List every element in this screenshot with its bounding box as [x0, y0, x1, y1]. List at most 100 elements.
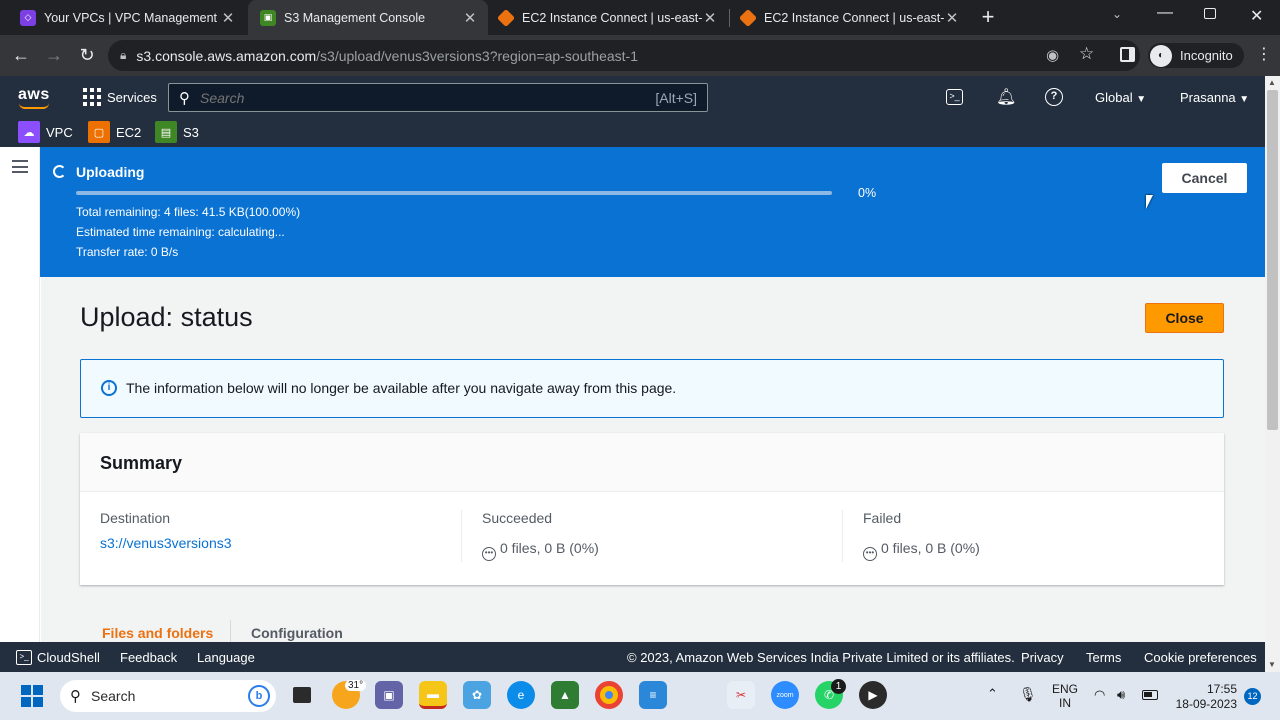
column-divider	[842, 510, 843, 562]
copyright-text: © 2023, Amazon Web Services India Privat…	[627, 650, 1015, 665]
summary-heading: Summary	[100, 453, 183, 473]
incognito-profile[interactable]: ◐ Incognito	[1148, 43, 1244, 68]
terms-link[interactable]: Terms	[1086, 650, 1121, 665]
close-window-icon[interactable]: ✕	[1250, 6, 1263, 26]
tracking-blocked-icon[interactable]: ◉	[1046, 46, 1059, 64]
feedback-link[interactable]: Feedback	[120, 650, 177, 665]
info-icon: i	[101, 380, 117, 396]
s3-service-icon: ▤	[155, 121, 177, 143]
windows-start-icon[interactable]	[21, 685, 43, 707]
services-grid-icon[interactable]	[83, 88, 101, 106]
tray-overflow-icon[interactable]: ⌃	[987, 686, 998, 702]
close-tab-icon[interactable]: ✕	[220, 9, 236, 27]
reload-icon[interactable]: ↻	[74, 42, 100, 68]
favorite-s3[interactable]: ▤ S3	[155, 121, 199, 143]
snipping-tool-icon[interactable]: ✂	[727, 681, 755, 709]
file-explorer-icon[interactable]: ▬	[419, 681, 447, 709]
notifications-bell-icon[interactable]: 🔔︎	[996, 87, 1016, 107]
search-shortcut: [Alt+S]	[655, 89, 697, 106]
notification-count[interactable]: 12	[1244, 688, 1261, 705]
destination-link[interactable]: s3://venus3versions3	[100, 535, 232, 551]
caret-down-icon: ▼	[1136, 94, 1147, 105]
close-tab-icon[interactable]: ✕	[462, 9, 478, 27]
tab-title: Your VPCs | VPC Management Co	[44, 10, 220, 25]
battery-icon[interactable]	[1142, 690, 1158, 700]
weather-temp: 31°	[345, 680, 367, 691]
bookmark-star-icon[interactable]: ☆	[1079, 44, 1094, 64]
image-editor-icon[interactable]: ▲	[551, 681, 579, 709]
scroll-down-icon[interactable]: ▼	[1268, 660, 1276, 669]
vpc-favicon-icon: ◇	[20, 9, 36, 26]
forward-icon[interactable]: →	[41, 42, 67, 68]
cookie-preferences-link[interactable]: Cookie preferences	[1144, 650, 1257, 665]
minimize-icon[interactable]: —	[1157, 4, 1173, 22]
cloudshell-footer-icon: >_	[16, 650, 32, 665]
language-link[interactable]: Language	[197, 650, 255, 665]
tab-title: EC2 Instance Connect | us-east-1	[764, 10, 944, 25]
succeeded-label: Succeeded	[482, 510, 553, 526]
privacy-link[interactable]: Privacy	[1021, 650, 1064, 665]
account-menu[interactable]: Prasanna ▼	[1180, 90, 1249, 105]
s3-favicon-icon: ▣	[260, 9, 276, 26]
tab-search-icon[interactable]: ⌄	[1112, 7, 1122, 21]
notepad-icon[interactable]: ≡	[639, 681, 667, 709]
mouse-cursor-icon	[1146, 195, 1153, 209]
lock-icon: 🔒︎	[120, 48, 127, 62]
chrome-browser-icon[interactable]	[595, 681, 623, 709]
new-tab-icon[interactable]: +	[977, 5, 999, 29]
teams-chat-icon[interactable]: ▣	[375, 681, 403, 709]
destination-label: Destination	[100, 510, 171, 526]
zoom-app-icon[interactable]: zoom	[771, 681, 799, 709]
browser-menu-icon[interactable]: ⋮	[1256, 44, 1272, 64]
browser-tab-ec2-1[interactable]: EC2 Instance Connect | us-east-1 ✕	[488, 0, 728, 35]
cloudshell-link[interactable]: CloudShell	[37, 650, 100, 665]
close-button[interactable]: Close	[1145, 303, 1224, 333]
pending-icon: •••	[863, 547, 877, 561]
region-selector[interactable]: Global ▼	[1095, 90, 1146, 105]
help-icon[interactable]: ?	[1045, 88, 1063, 106]
cloudshell-icon[interactable]: >_	[946, 89, 963, 105]
total-remaining: Total remaining: 4 files: 41.5 KB(100.00…	[76, 205, 301, 219]
aws-logo[interactable]: aws	[18, 86, 50, 104]
clock[interactable]: 17:55 18-09-2023	[1175, 682, 1237, 712]
hamburger-menu-icon[interactable]	[12, 160, 28, 173]
close-tab-icon[interactable]: ✕	[944, 9, 960, 27]
aws-search-box[interactable]: ⚲ [Alt+S]	[168, 83, 708, 112]
scrollbar-thumb[interactable]	[1267, 90, 1278, 430]
media-player-icon[interactable]: ▶	[859, 681, 887, 709]
favorite-ec2[interactable]: ▢ EC2	[88, 121, 141, 143]
ec2-favicon-icon	[738, 8, 758, 27]
column-divider	[461, 510, 462, 562]
upload-status-title: Uploading	[76, 164, 145, 180]
tab-files-and-folders[interactable]: Files and folders	[102, 625, 213, 641]
language-indicator[interactable]: ENG IN	[1052, 682, 1078, 710]
tab-configuration[interactable]: Configuration	[251, 625, 343, 641]
restore-icon[interactable]	[1204, 8, 1216, 19]
aws-smile-icon	[19, 103, 49, 109]
browser-tab-vpc[interactable]: ◇ Your VPCs | VPC Management Co ✕	[0, 0, 246, 35]
services-menu[interactable]: Services	[107, 90, 157, 105]
microphone-icon[interactable]: 🎙︎	[1019, 686, 1037, 703]
side-panel-icon[interactable]	[1120, 47, 1135, 62]
volume-icon[interactable]: 🔊︎	[1117, 687, 1125, 703]
cancel-upload-button[interactable]: Cancel	[1162, 163, 1247, 193]
edge-browser-icon[interactable]: e	[507, 681, 535, 709]
back-icon[interactable]: ←	[8, 42, 34, 68]
scroll-up-icon[interactable]: ▲	[1268, 78, 1276, 87]
browser-tab-ec2-2[interactable]: EC2 Instance Connect | us-east-1 ✕	[730, 0, 970, 35]
succeeded-count: 0 files, 0 B (0%)	[500, 540, 599, 556]
tab-title: EC2 Instance Connect | us-east-1	[522, 10, 702, 25]
paint-app-icon[interactable]: ✿	[463, 681, 491, 709]
taskbar-search[interactable]: ⚲ Search b	[60, 680, 276, 712]
task-view-icon[interactable]	[288, 681, 316, 709]
close-tab-icon[interactable]: ✕	[702, 9, 718, 27]
wifi-icon[interactable]: ◠	[1094, 687, 1105, 703]
whatsapp-badge: 1	[831, 679, 846, 694]
transfer-rate: Transfer rate: 0 B/s	[76, 245, 179, 259]
favorite-vpc[interactable]: ☁ VPC	[18, 121, 73, 143]
browser-tab-s3[interactable]: ▣ S3 Management Console ✕	[248, 0, 488, 35]
info-message: The information below will no longer be …	[126, 380, 677, 396]
aws-search-input[interactable]	[200, 89, 656, 106]
address-bar[interactable]: 🔒︎ s3.console.aws.amazon.com/s3/upload/v…	[108, 40, 1140, 71]
tab-title: S3 Management Console	[284, 10, 426, 25]
